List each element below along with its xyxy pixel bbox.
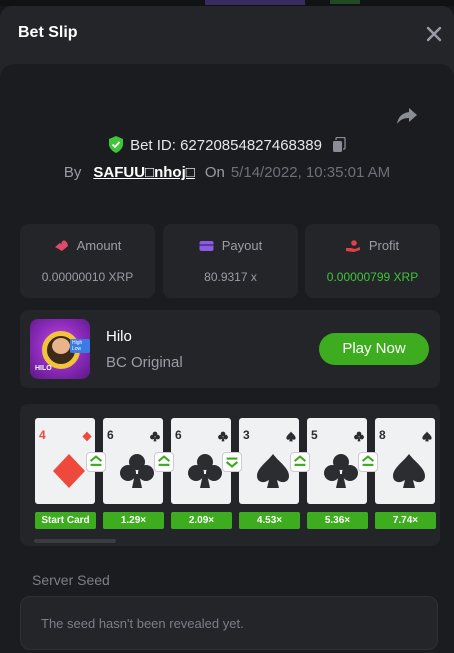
- stat-payout: Payout 80.9317 x: [163, 224, 298, 298]
- spade-icon: [393, 454, 425, 488]
- game-thumbnail[interactable]: High Low HILO: [30, 319, 90, 379]
- stat-amount-label-row: Amount: [20, 238, 155, 253]
- bet-id-label: Bet ID:: [130, 137, 176, 154]
- stat-payout-value: 80.9317 x: [204, 270, 257, 284]
- by-label: By: [63, 164, 82, 181]
- club-icon: [354, 431, 364, 442]
- bet-date: 5/14/2022, 10:35:01 AM: [230, 164, 391, 181]
- username-link[interactable]: SAFUU□nhoj□: [93, 164, 194, 181]
- diamond-icon: [53, 454, 85, 488]
- background-accent: [205, 0, 305, 5]
- club-icon: [324, 454, 358, 488]
- lower-arrow-icon: [222, 452, 242, 472]
- higher-arrow-icon: [154, 452, 174, 472]
- server-seed-label: Server Seed: [32, 572, 110, 588]
- stat-payout-label-row: Payout: [163, 238, 298, 253]
- wallet-icon: [199, 241, 214, 251]
- stat-amount: Amount 0.00000010 XRP: [20, 224, 155, 298]
- share-icon[interactable]: [396, 106, 418, 126]
- thumbnail-tag: High Low: [70, 339, 90, 353]
- modal-title: Bet Slip: [18, 24, 78, 41]
- play-now-button[interactable]: Play Now: [319, 333, 429, 365]
- horizontal-scrollbar[interactable]: [34, 539, 116, 543]
- multiplier-chip: 4.53×: [239, 512, 300, 529]
- stat-amount-value: 0.00000010 XRP: [41, 270, 134, 284]
- club-icon: [188, 454, 222, 488]
- coins-icon: [54, 240, 68, 251]
- game-info: High Low HILO Hilo BC Original Play Now: [20, 310, 440, 388]
- game-name: Hilo: [106, 328, 132, 345]
- card-rank: 8: [379, 428, 386, 442]
- game-provider: BC Original: [106, 354, 183, 371]
- stat-profit: Profit 0.00000799 XRP: [305, 224, 440, 298]
- profit-hand-icon: [345, 240, 360, 252]
- thumbnail-character: [52, 338, 70, 354]
- background-accent: [330, 0, 360, 4]
- card-rank: 4: [39, 428, 46, 442]
- start-card-label: Start Card: [35, 512, 96, 529]
- club-icon: [218, 431, 228, 442]
- bet-stats: Amount 0.00000010 XRP Payout 80.9317 x P…: [20, 224, 440, 298]
- multiplier-chip: 7.74×: [375, 512, 436, 529]
- playing-card: 8: [375, 418, 435, 504]
- club-icon: [120, 454, 154, 488]
- multiplier-chip: 1.29×: [103, 512, 164, 529]
- close-icon[interactable]: [424, 24, 444, 44]
- card-rank: 5: [311, 428, 318, 442]
- bet-id-row: Bet ID: 62720854827468389: [0, 136, 454, 154]
- thumbnail-logo-text: HILO: [35, 365, 52, 372]
- copy-icon[interactable]: [332, 137, 346, 153]
- diamond-icon: [82, 431, 92, 442]
- stat-amount-label: Amount: [76, 238, 122, 253]
- bet-slip-modal: Bet Slip Bet ID: 62720854827468389 By SAF…: [0, 6, 454, 653]
- stat-profit-label: Profit: [368, 238, 400, 253]
- multiplier-chip: 2.09×: [171, 512, 232, 529]
- multiplier-chip: 5.36×: [307, 512, 368, 529]
- on-label: On: [204, 164, 225, 181]
- spade-icon: [422, 431, 432, 442]
- spade-icon: [286, 431, 296, 442]
- stat-payout-label: Payout: [221, 238, 263, 253]
- spade-icon: [257, 454, 289, 488]
- stat-profit-value: 0.00000799 XRP: [326, 270, 419, 284]
- bet-details: Bet ID: 62720854827468389 By SAFUU□nhoj□ O…: [0, 64, 454, 653]
- server-seed-message: The seed hasn't been revealed yet.: [41, 616, 244, 631]
- shield-check-icon: [109, 136, 124, 153]
- higher-arrow-icon: [86, 452, 106, 472]
- card-rank: 6: [107, 428, 114, 442]
- server-seed-field: The seed hasn't been revealed yet.: [20, 596, 438, 650]
- higher-arrow-icon: [358, 452, 378, 472]
- card-rank: 3: [243, 428, 250, 442]
- higher-arrow-icon: [290, 452, 310, 472]
- club-icon: [150, 431, 160, 442]
- bet-author-row: By SAFUU□nhoj□ On 5/14/2022, 10:35:01 AM: [0, 164, 454, 181]
- hilo-card-history: 4 Start Card 6 1.29× 6 2.09× 3 4.53× 5 5.36× 8 7.74…: [20, 404, 440, 546]
- modal-header: Bet Slip: [0, 6, 454, 64]
- stat-profit-label-row: Profit: [305, 238, 440, 253]
- card-rank: 6: [175, 428, 182, 442]
- bet-id-value: 62720854827468389: [180, 137, 322, 154]
